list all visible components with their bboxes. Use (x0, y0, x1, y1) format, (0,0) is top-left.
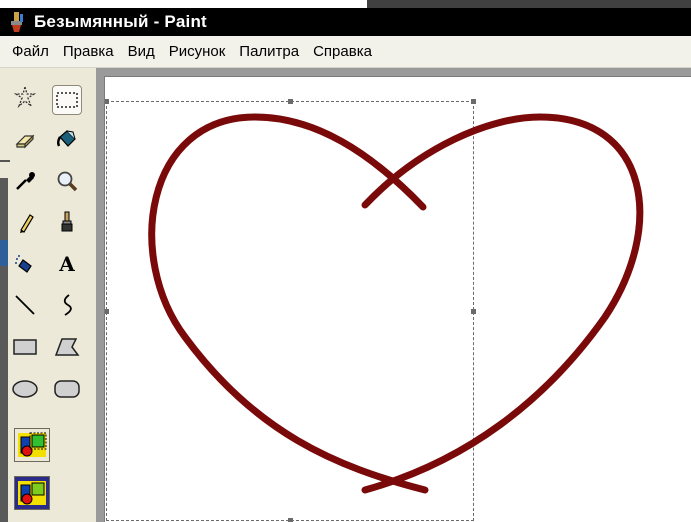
pencil-tool[interactable] (10, 207, 40, 237)
line-icon (15, 295, 35, 315)
heart-drawing (148, 113, 644, 494)
airbrush-tool[interactable] (10, 249, 40, 279)
color-picker-icon (16, 172, 35, 190)
menu-help[interactable]: Справка (306, 37, 379, 67)
text-tool[interactable]: A (52, 249, 82, 279)
text-tool-icon: A (59, 252, 75, 276)
rectangle-icon (13, 339, 37, 355)
transparent-selection-option[interactable] (14, 476, 50, 510)
title-bar[interactable]: Безымянный - Paint (0, 8, 691, 36)
rectangle-select-tool[interactable] (52, 85, 82, 115)
magnifier-icon (57, 171, 78, 192)
fill-bucket-icon (56, 130, 76, 147)
free-form-select-icon (13, 85, 37, 109)
menu-colors[interactable]: Палитра (232, 37, 306, 67)
curve-icon (63, 294, 72, 316)
desktop-strip (0, 0, 691, 8)
curve-tool[interactable] (52, 290, 82, 320)
menu-edit[interactable]: Правка (56, 37, 121, 67)
fill-bucket-tool[interactable] (52, 125, 82, 155)
opaque-selection-icon (18, 432, 47, 457)
airbrush-icon (15, 255, 32, 273)
magnifier-tool[interactable] (52, 166, 82, 196)
rectangle-tool[interactable] (10, 332, 40, 362)
drawing-canvas[interactable] (104, 76, 691, 522)
eraser-icon (15, 134, 35, 149)
paint-icon (8, 11, 26, 33)
brush-icon (61, 211, 73, 232)
menu-image[interactable]: Рисунок (162, 37, 233, 67)
polygon-icon (54, 338, 80, 356)
menu-view[interactable]: Вид (121, 37, 162, 67)
menu-bar: Файл Правка Вид Рисунок Палитра Справка (0, 36, 691, 68)
rounded-rectangle-tool[interactable] (52, 374, 82, 404)
free-form-select-tool[interactable] (10, 82, 40, 112)
eraser-tool[interactable] (10, 125, 40, 155)
line-tool[interactable] (10, 290, 40, 320)
ellipse-tool[interactable] (10, 374, 40, 404)
window-title: Безымянный - Paint (34, 12, 207, 31)
rounded-rectangle-icon (54, 380, 80, 398)
pencil-icon (20, 214, 34, 233)
rectangle-select-icon (56, 92, 78, 108)
transparent-selection-icon (18, 481, 46, 505)
toolbox: A (0, 68, 96, 522)
color-picker-tool[interactable] (10, 166, 40, 196)
ellipse-icon (12, 380, 38, 398)
menu-file[interactable]: Файл (0, 37, 56, 67)
brush-tool[interactable] (52, 207, 82, 237)
window-edge (0, 68, 12, 522)
polygon-tool[interactable] (52, 332, 82, 362)
opaque-selection-option[interactable] (14, 428, 50, 462)
